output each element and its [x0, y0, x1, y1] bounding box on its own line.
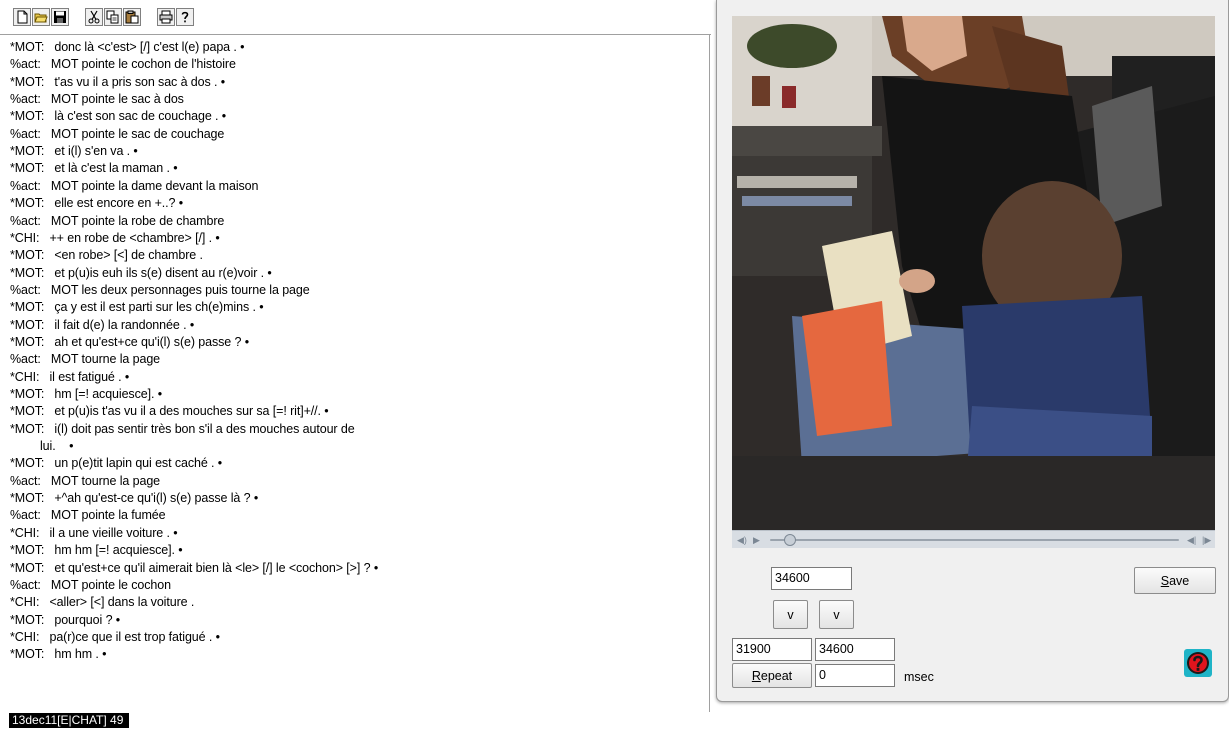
volume-icon[interactable]: ◀)	[737, 535, 747, 545]
repeat-button[interactable]: Repeat	[732, 663, 812, 688]
save-button-mnemonic: S	[1160, 573, 1170, 588]
repeat-button-mnemonic: R	[751, 668, 761, 683]
seek-bar[interactable]: ◀) ▶ ◀| |▶	[732, 530, 1215, 548]
transcript-line: *MOT: un p(e)tit lapin qui est caché . •	[10, 456, 223, 471]
transcript-line: *MOT: <en robe> [<] de chambre .	[10, 248, 203, 263]
transcript-line: *CHI: il est fatigué . •	[10, 369, 130, 384]
set-end-button[interactable]: v	[819, 600, 854, 629]
end-time-field[interactable]: 34600	[815, 638, 895, 661]
print-icon[interactable]	[157, 8, 175, 26]
seek-track[interactable]	[770, 539, 1179, 541]
transcript-line: *MOT: et qu'est+ce qu'il aimerait bien l…	[10, 560, 379, 575]
transcript-pane[interactable]: *MOT: donc là <c'est> [/] c'est l(e) pap…	[0, 35, 710, 712]
transcript-line: %act: MOT pointe le sac de couchage	[10, 126, 225, 141]
transcript-line: %act: MOT les deux personnages puis tour…	[10, 282, 310, 297]
seek-thumb[interactable]	[784, 534, 797, 546]
transcript-line: *MOT: +^ah qu'est-ce qu'i(l) s(e) passe …	[10, 491, 259, 506]
media-player-window: ◀) ▶ ◀| |▶ 34600 Save v v 31900 34600 Re…	[716, 0, 1229, 702]
transcript-line: *MOT: et p(u)is euh ils s(e) disent au r…	[10, 265, 272, 280]
transcript-line: lui. •	[40, 439, 74, 454]
step-back-icon[interactable]: ◀|	[1187, 535, 1196, 545]
transcript-line: *CHI: <aller> [<] dans la voiture .	[10, 595, 195, 610]
transcript-line: *MOT: hm [=! acquiesce]. •	[10, 387, 162, 401]
file-status-label: 13dec11[E|CHAT] 49	[9, 713, 130, 728]
step-forward-icon[interactable]: |▶	[1202, 535, 1211, 545]
paste-icon[interactable]	[123, 8, 141, 26]
transcript-line: %act: MOT tourne la page	[10, 473, 161, 488]
video-image	[732, 16, 1215, 530]
status-bar: 13dec11[E|CHAT] 49	[0, 712, 709, 729]
transcript-line: %act: MOT pointe la fumée	[10, 508, 166, 523]
msec-label: msec	[904, 670, 934, 684]
help-question-icon[interactable]	[176, 8, 194, 26]
transcript-line: %act: MOT pointe le cochon	[10, 577, 171, 592]
copy-icon[interactable]	[104, 8, 122, 26]
set-start-button[interactable]: v	[773, 600, 808, 629]
transcript-line: *MOT: et i(l) s'en va . •	[10, 144, 138, 159]
transcript-line: %act: MOT pointe la dame devant la maiso…	[10, 178, 259, 193]
transcript-line: *CHI: ++ en robe de <chambre> [/] . •	[10, 230, 220, 245]
transcript-line: *MOT: hm hm . •	[10, 647, 107, 662]
transcript-line: *CHI: il a une vieille voiture . •	[10, 525, 178, 540]
transcript-line: *MOT: il fait d(e) la randonnée . •	[10, 317, 195, 332]
transcript-line: *MOT: ça y est il est parti sur les ch(e…	[10, 300, 264, 315]
transcript-line: %act: MOT tourne la page	[10, 352, 161, 367]
transcript-line: *MOT: pourquoi ? •	[10, 612, 121, 627]
help-icon[interactable]	[1184, 649, 1212, 677]
transcript-line: *MOT: ah et qu'est+ce qu'i(l) s(e) passe…	[10, 334, 250, 349]
transcript-line: %act: MOT pointe la robe de chambre	[10, 213, 225, 228]
save-button[interactable]: Save	[1134, 567, 1216, 594]
repeat-count-field[interactable]: 0	[815, 664, 895, 687]
repeat-button-label: epeat	[760, 668, 793, 683]
video-frame	[732, 16, 1215, 530]
transcript-line: *MOT: et là c'est la maman . •	[10, 161, 178, 176]
transcript-line: %act: MOT pointe le sac à dos	[10, 92, 184, 107]
current-time-field[interactable]: 34600	[771, 567, 852, 590]
transcript-line: *MOT: t'as vu il a pris son sac à dos . …	[10, 74, 226, 89]
transcript-line: *MOT: donc là <c'est> [/] c'est l(e) pap…	[10, 40, 245, 54]
transcript-line: *MOT: et p(u)is t'as vu il a des mouches…	[10, 404, 329, 419]
open-folder-icon[interactable]	[32, 8, 50, 26]
cut-scissors-icon[interactable]	[85, 8, 103, 26]
transcript-line: *MOT: hm hm [=! acquiesce]. •	[10, 543, 183, 558]
transcript-line: *MOT: i(l) doit pas sentir très bon s'il…	[10, 421, 355, 436]
toolbar	[0, 0, 711, 35]
transcript-line: *MOT: là c'est son sac de couchage . •	[10, 109, 227, 124]
new-file-icon[interactable]	[13, 8, 31, 26]
play-icon[interactable]: ▶	[753, 535, 760, 545]
save-disk-icon[interactable]	[51, 8, 69, 26]
save-button-label: ave	[1169, 573, 1190, 588]
start-time-field[interactable]: 31900	[732, 638, 812, 661]
transcript-line: %act: MOT pointe le cochon de l'histoire	[10, 57, 236, 72]
transcript-line: *MOT: elle est encore en +..? •	[10, 196, 184, 211]
transcript-line: *CHI: pa(r)ce que il est trop fatigué . …	[10, 629, 220, 644]
